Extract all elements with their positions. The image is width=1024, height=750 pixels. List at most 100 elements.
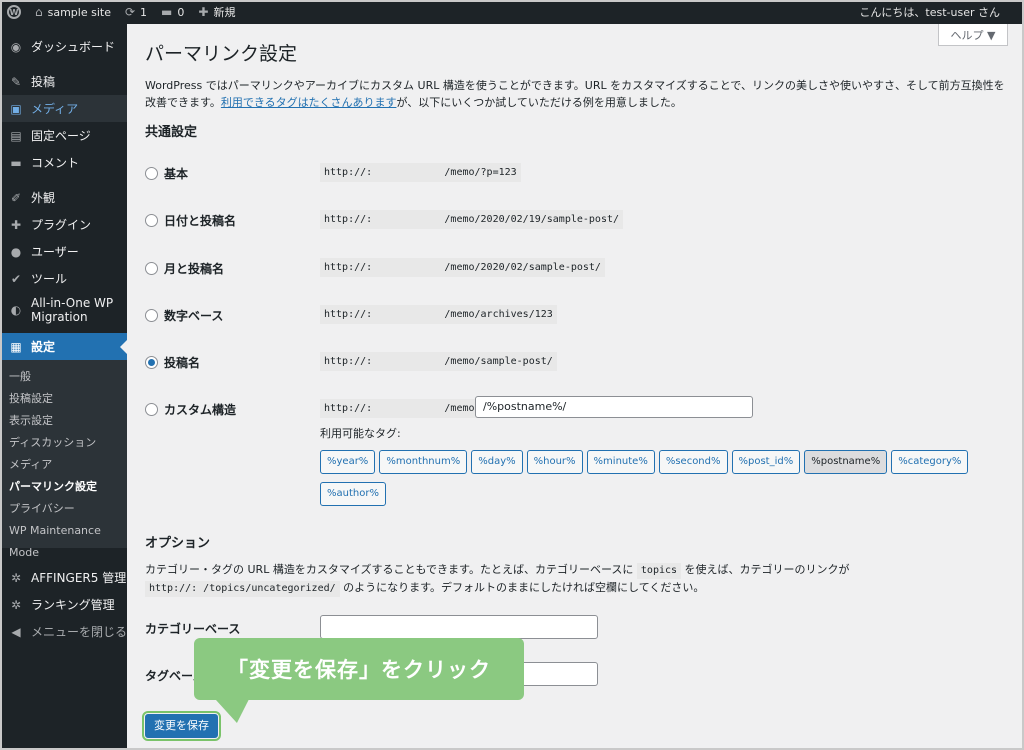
option-custom[interactable]: カスタム構造 (145, 401, 236, 418)
option-label: 月と投稿名 (164, 262, 225, 276)
page-icon: ▤ (10, 128, 22, 143)
menu-label: AFFINGER5 管理 (31, 571, 127, 585)
tag-category-button[interactable]: %category% (891, 450, 969, 474)
comments-count: 0 (177, 5, 185, 19)
menu-label: 固定ページ (31, 129, 91, 143)
option-plain[interactable]: 基本 (145, 165, 188, 182)
menu-label: プラグイン (31, 218, 92, 232)
menu-item-pages[interactable]: ▤ 固定ページ (0, 122, 127, 149)
greeting-label: こんにちは、test-user さん (859, 6, 1000, 19)
option-post-name[interactable]: 投稿名 (145, 354, 200, 371)
admin-sidebar: ◉ ダッシュボード ✎ 投稿 ▣ メディア ▤ 固定ページ ▬ コメント ✐ 外観 ✚ プラグ… (0, 24, 127, 750)
options-heading: オプション (145, 536, 211, 551)
instruction-callout: 「変更を保存」をクリック (194, 638, 524, 700)
example-day-name: http://: /memo/2020/02/19/sample-post/ (320, 210, 624, 229)
tag-minute-button[interactable]: %minute% (586, 450, 655, 474)
option-label: 数字ベース (164, 309, 224, 323)
menu-item-appearance[interactable]: ✐ 外観 (0, 184, 127, 211)
tag-second-button[interactable]: %second% (658, 450, 728, 474)
available-tags-link[interactable]: 利用できるタグはたくさんあります (221, 96, 397, 109)
submenu-maintenance[interactable]: WP Maintenance Mode (0, 520, 127, 559)
radio-post-name[interactable] (145, 356, 158, 369)
category-base-label: カテゴリーベース (145, 622, 241, 636)
tag-day-button[interactable]: %day% (471, 450, 523, 474)
comment-icon: ▬ (10, 155, 22, 170)
menu-item-affinger[interactable]: ✲ AFFINGER5 管理 (0, 564, 127, 591)
submenu-discussion[interactable]: ディスカッション (0, 432, 127, 454)
menu-label: 投稿 (31, 75, 56, 89)
submenu-media[interactable]: メディア (0, 454, 127, 476)
menu-item-tools[interactable]: ✔ ツール (0, 265, 127, 292)
submenu-writing[interactable]: 投稿設定 (0, 388, 127, 410)
plugin-icon: ✚ (10, 217, 22, 232)
radio-plain[interactable] (145, 167, 158, 180)
menu-item-plugins[interactable]: ✚ プラグイン (0, 211, 127, 238)
menu-item-dashboard[interactable]: ◉ ダッシュボード (0, 33, 127, 60)
menu-label: ランキング管理 (31, 598, 115, 612)
tag-monthnum-button[interactable]: %monthnum% (379, 450, 468, 474)
menu-label: ユーザー (31, 245, 79, 259)
custom-structure-input[interactable]: /%postname%/ (475, 396, 753, 418)
home-icon: ⌂ (35, 5, 43, 19)
save-changes-button[interactable]: 変更を保存 (142, 711, 221, 741)
tag-postname-button[interactable]: %postname% (804, 450, 888, 474)
menu-label: ダッシュボード (31, 40, 116, 54)
submenu-permalinks[interactable]: パーマリンク設定 (0, 476, 127, 498)
menu-item-settings[interactable]: ▦ 設定 (0, 333, 127, 360)
account-link[interactable]: こんにちは、test-user さん (852, 0, 1024, 24)
new-content-link[interactable]: ✚ 新規 (191, 0, 242, 24)
settings-icon: ▦ (10, 339, 22, 354)
example-post-name: http://: /memo/sample-post/ (320, 352, 557, 371)
options-desc-part-2: を使えば、カテゴリーのリンクが (684, 563, 850, 576)
radio-custom[interactable] (145, 403, 158, 416)
gear-icon: ✲ (10, 597, 22, 612)
submenu-reading[interactable]: 表示設定 (0, 410, 127, 432)
dashboard-icon: ◉ (10, 39, 22, 54)
pushpin-icon: ✎ (10, 74, 22, 89)
collapse-menu-button[interactable]: ◀ メニューを閉じる (0, 618, 127, 645)
option-label: 日付と投稿名 (164, 214, 237, 228)
example-custom-prefix: http://: /memo (320, 399, 479, 418)
gear-icon: ✲ (10, 570, 22, 585)
page-title: パーマリンク設定 (145, 43, 298, 65)
example-plain: http://: /memo/?p=123 (320, 163, 521, 182)
menu-label: ツール (31, 272, 68, 286)
user-icon: ● (10, 244, 22, 259)
radio-numeric[interactable] (145, 309, 158, 322)
radio-month-name[interactable] (145, 262, 158, 275)
migration-icon: ◐ (10, 303, 22, 317)
menu-item-migration[interactable]: ◐ All-in-One WP Migration (0, 292, 127, 328)
options-desc-part-1: カテゴリー・タグの URL 構造をカスタマイズすることもできます。たとえば、カテ… (145, 563, 634, 576)
tag-hour-button[interactable]: %hour% (526, 450, 583, 474)
available-tags: %year% %monthnum% %day% %hour% %minute% … (320, 450, 980, 510)
tag-post-id-button[interactable]: %post_id% (731, 450, 801, 474)
menu-label: 設定 (31, 340, 56, 354)
menu-item-posts[interactable]: ✎ 投稿 (0, 68, 127, 95)
menu-item-comments[interactable]: ▬ コメント (0, 149, 127, 176)
option-day-name[interactable]: 日付と投稿名 (145, 212, 236, 229)
menu-item-users[interactable]: ● ユーザー (0, 238, 127, 265)
menu-item-media[interactable]: ▣ メディア (0, 95, 127, 122)
menu-item-ranking[interactable]: ✲ ランキング管理 (0, 591, 127, 618)
category-base-input[interactable] (320, 615, 598, 639)
option-numeric[interactable]: 数字ベース (145, 307, 223, 324)
updates-link[interactable]: ⟳ 1 (118, 0, 154, 24)
option-month-name[interactable]: 月と投稿名 (145, 260, 224, 277)
tag-year-button[interactable]: %year% (320, 450, 376, 474)
tag-author-button[interactable]: %author% (320, 482, 386, 506)
radio-day-name[interactable] (145, 214, 158, 227)
intro-part-2: が、以下にいくつか試していただける例を用意しました。 (396, 96, 682, 109)
menu-label: All-in-One WP Migration (31, 296, 114, 324)
menu-label: メニューを閉じる (31, 625, 128, 639)
options-description: カテゴリー・タグの URL 構造をカスタマイズすることもできます。たとえば、カテ… (145, 561, 1005, 597)
site-name-link[interactable]: ⌂ sample site (28, 0, 118, 24)
wordpress-logo-button[interactable]: W (0, 0, 28, 24)
help-button[interactable]: ヘルプ ▼ (938, 24, 1008, 46)
options-desc-part-3: のようになります。デフォルトのままにしたければ空欄にしてください。 (343, 581, 705, 594)
menu-label: 外観 (31, 191, 56, 205)
common-settings-heading: 共通設定 (145, 125, 198, 140)
submenu-privacy[interactable]: プライバシー (0, 498, 127, 520)
comments-link[interactable]: ▬ 0 (154, 0, 191, 24)
menu-label: メディア (31, 102, 79, 116)
submenu-general[interactable]: 一般 (0, 366, 127, 388)
